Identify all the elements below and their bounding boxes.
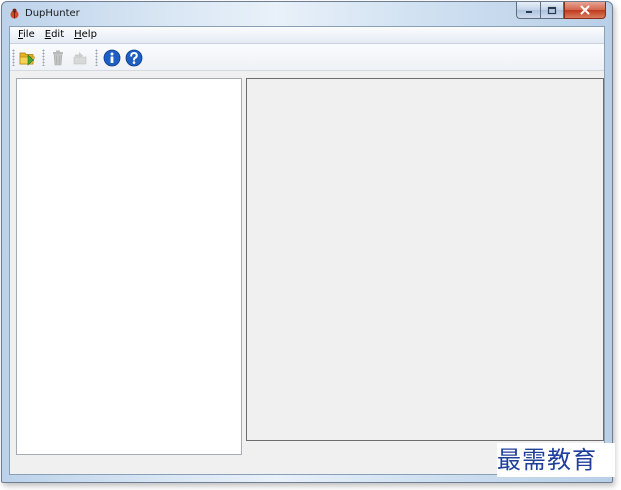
- info-icon: [103, 49, 121, 67]
- menu-file-label: ile: [23, 29, 35, 40]
- menu-help[interactable]: Help: [69, 27, 102, 43]
- window-title: DupHunter: [25, 8, 80, 19]
- menu-edit[interactable]: Edit: [40, 27, 69, 43]
- client-area: File Edit Help: [9, 26, 605, 475]
- results-pane[interactable]: [246, 78, 604, 441]
- trash-icon: [53, 50, 63, 66]
- maximize-icon: [547, 6, 557, 14]
- menu-help-label: elp: [81, 29, 97, 40]
- menu-bar: File Edit Help: [10, 27, 604, 44]
- minimize-icon: [525, 11, 532, 13]
- folder-tree-pane[interactable]: [16, 78, 242, 455]
- delete-button[interactable]: [48, 48, 68, 68]
- toolbar-separator-2: [95, 49, 98, 66]
- move-icon: [73, 52, 87, 65]
- close-icon: [580, 5, 590, 15]
- toolbar-separator: [42, 49, 45, 66]
- menu-help-accel: H: [74, 29, 82, 40]
- help-icon: [125, 49, 143, 67]
- toolbar: [10, 44, 604, 71]
- app-window: DupHunter File Edit Help: [1, 1, 613, 483]
- open-folder-icon: [19, 52, 35, 66]
- toolbar-grip[interactable]: [12, 49, 15, 66]
- help-button[interactable]: [124, 48, 144, 68]
- watermark-logo: 最需教育: [497, 443, 615, 477]
- move-button[interactable]: [70, 48, 90, 68]
- app-bug-icon: [10, 8, 19, 19]
- open-folder-button[interactable]: [17, 48, 37, 68]
- title-bar[interactable]: DupHunter: [2, 2, 612, 26]
- menu-edit-label: dit: [51, 29, 65, 40]
- minimize-button[interactable]: [516, 2, 540, 19]
- about-button[interactable]: [102, 48, 122, 68]
- menu-file[interactable]: File: [13, 27, 40, 43]
- close-button[interactable]: [564, 2, 606, 19]
- maximize-button[interactable]: [540, 2, 564, 19]
- caption-buttons: [516, 2, 606, 20]
